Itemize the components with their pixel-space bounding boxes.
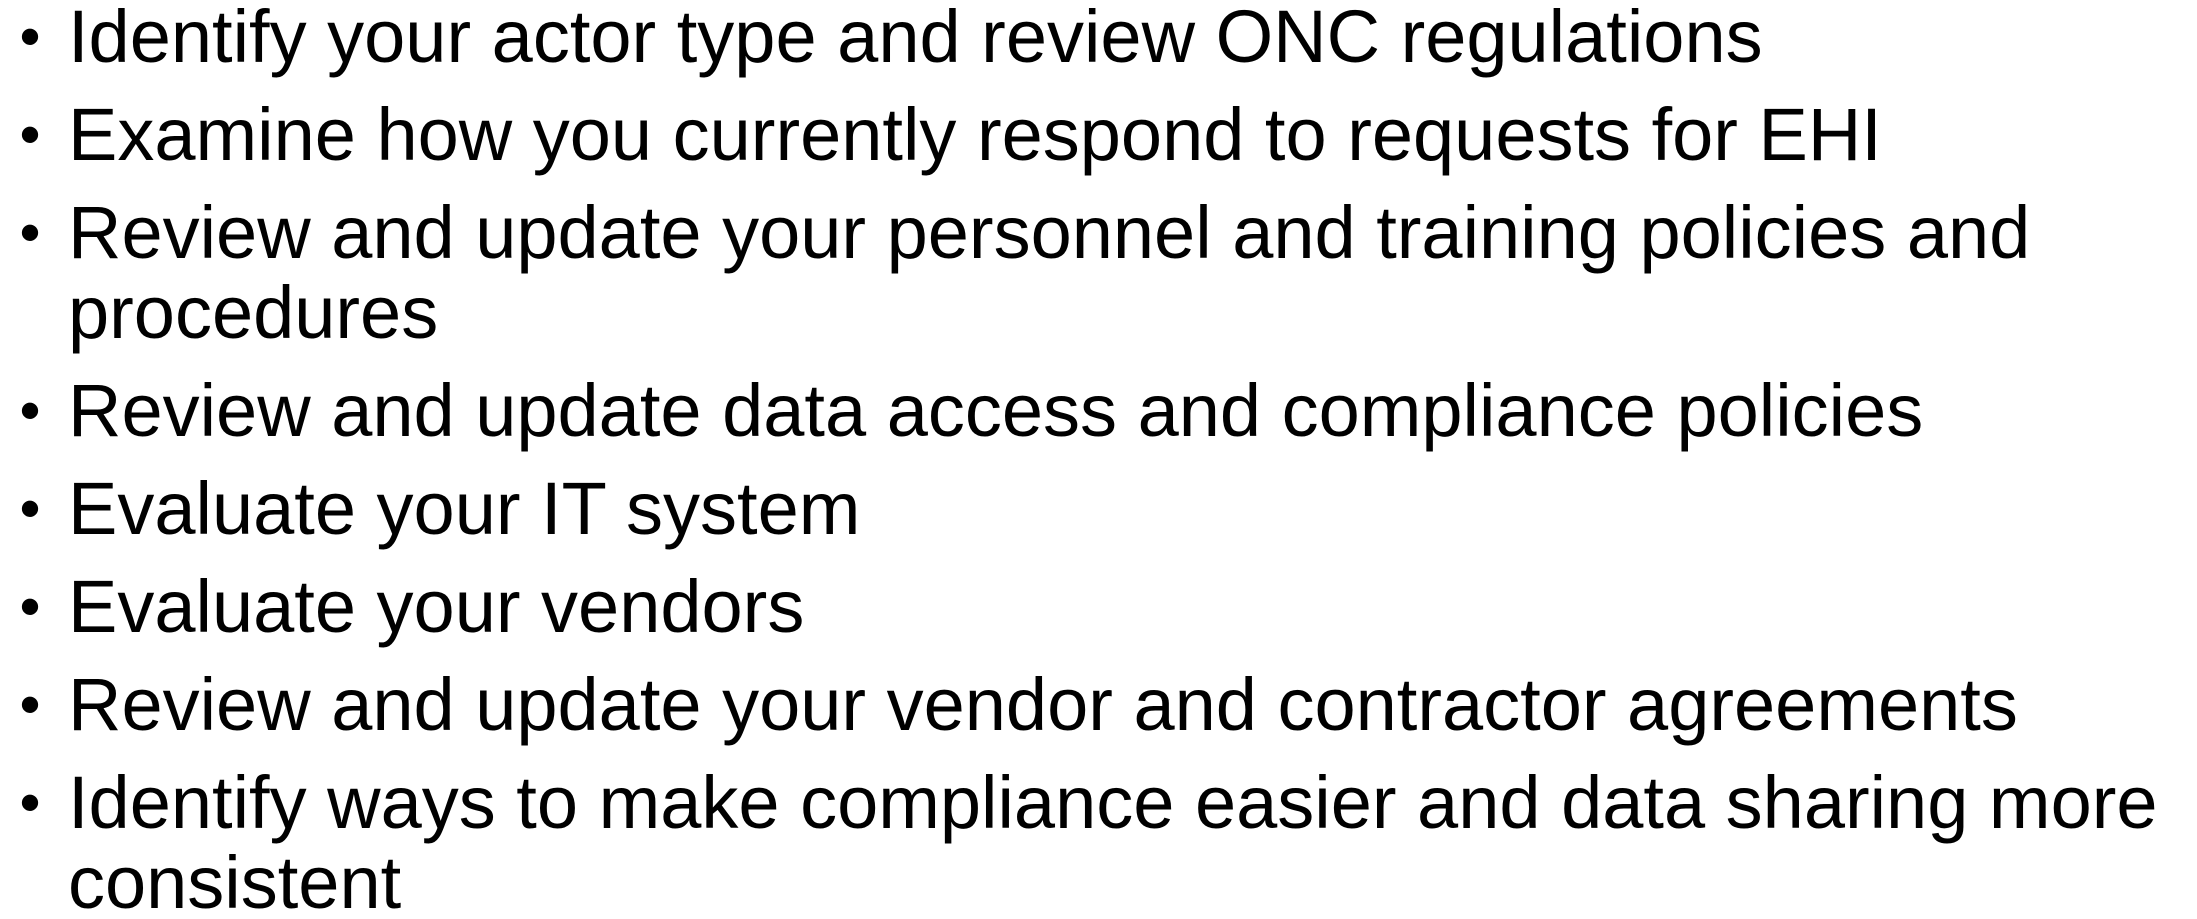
- list-item-text: Review and update data access and compli…: [68, 369, 1924, 452]
- list-item: • Identify ways to make compliance easie…: [0, 763, 2187, 919]
- list-item-text: Evaluate your vendors: [68, 565, 805, 648]
- bullet-icon: •: [19, 101, 41, 168]
- list-item: • Examine how you currently respond to r…: [0, 95, 2187, 175]
- bullet-icon: •: [19, 199, 41, 266]
- list-item-text: Identify ways to make compliance easier …: [68, 761, 2158, 919]
- bullet-icon: •: [19, 769, 41, 836]
- bullet-icon: •: [19, 475, 41, 542]
- list-item: • Identify your actor type and review ON…: [0, 0, 2187, 77]
- bullet-icon: •: [19, 377, 41, 444]
- list-item: • Review and update your vendor and cont…: [0, 665, 2187, 745]
- list-item: • Review and update data access and comp…: [0, 371, 2187, 451]
- slide-body: • Identify your actor type and review ON…: [0, 0, 2197, 919]
- bullet-icon: •: [19, 671, 41, 738]
- list-item-text: Identify your actor type and review ONC …: [68, 0, 1763, 78]
- list-item: • Evaluate your vendors: [0, 567, 2187, 647]
- list-item: • Review and update your personnel and t…: [0, 193, 2187, 353]
- list-item: • Evaluate your IT system: [0, 469, 2187, 549]
- list-item-text: Review and update your personnel and tra…: [68, 191, 2031, 354]
- checklist: • Identify your actor type and review ON…: [0, 0, 2187, 919]
- bullet-icon: •: [19, 3, 41, 70]
- bullet-icon: •: [19, 573, 41, 640]
- list-item-text: Evaluate your IT system: [68, 467, 861, 550]
- list-item-text: Examine how you currently respond to req…: [68, 93, 1882, 176]
- list-item-text: Review and update your vendor and contra…: [68, 663, 2018, 746]
